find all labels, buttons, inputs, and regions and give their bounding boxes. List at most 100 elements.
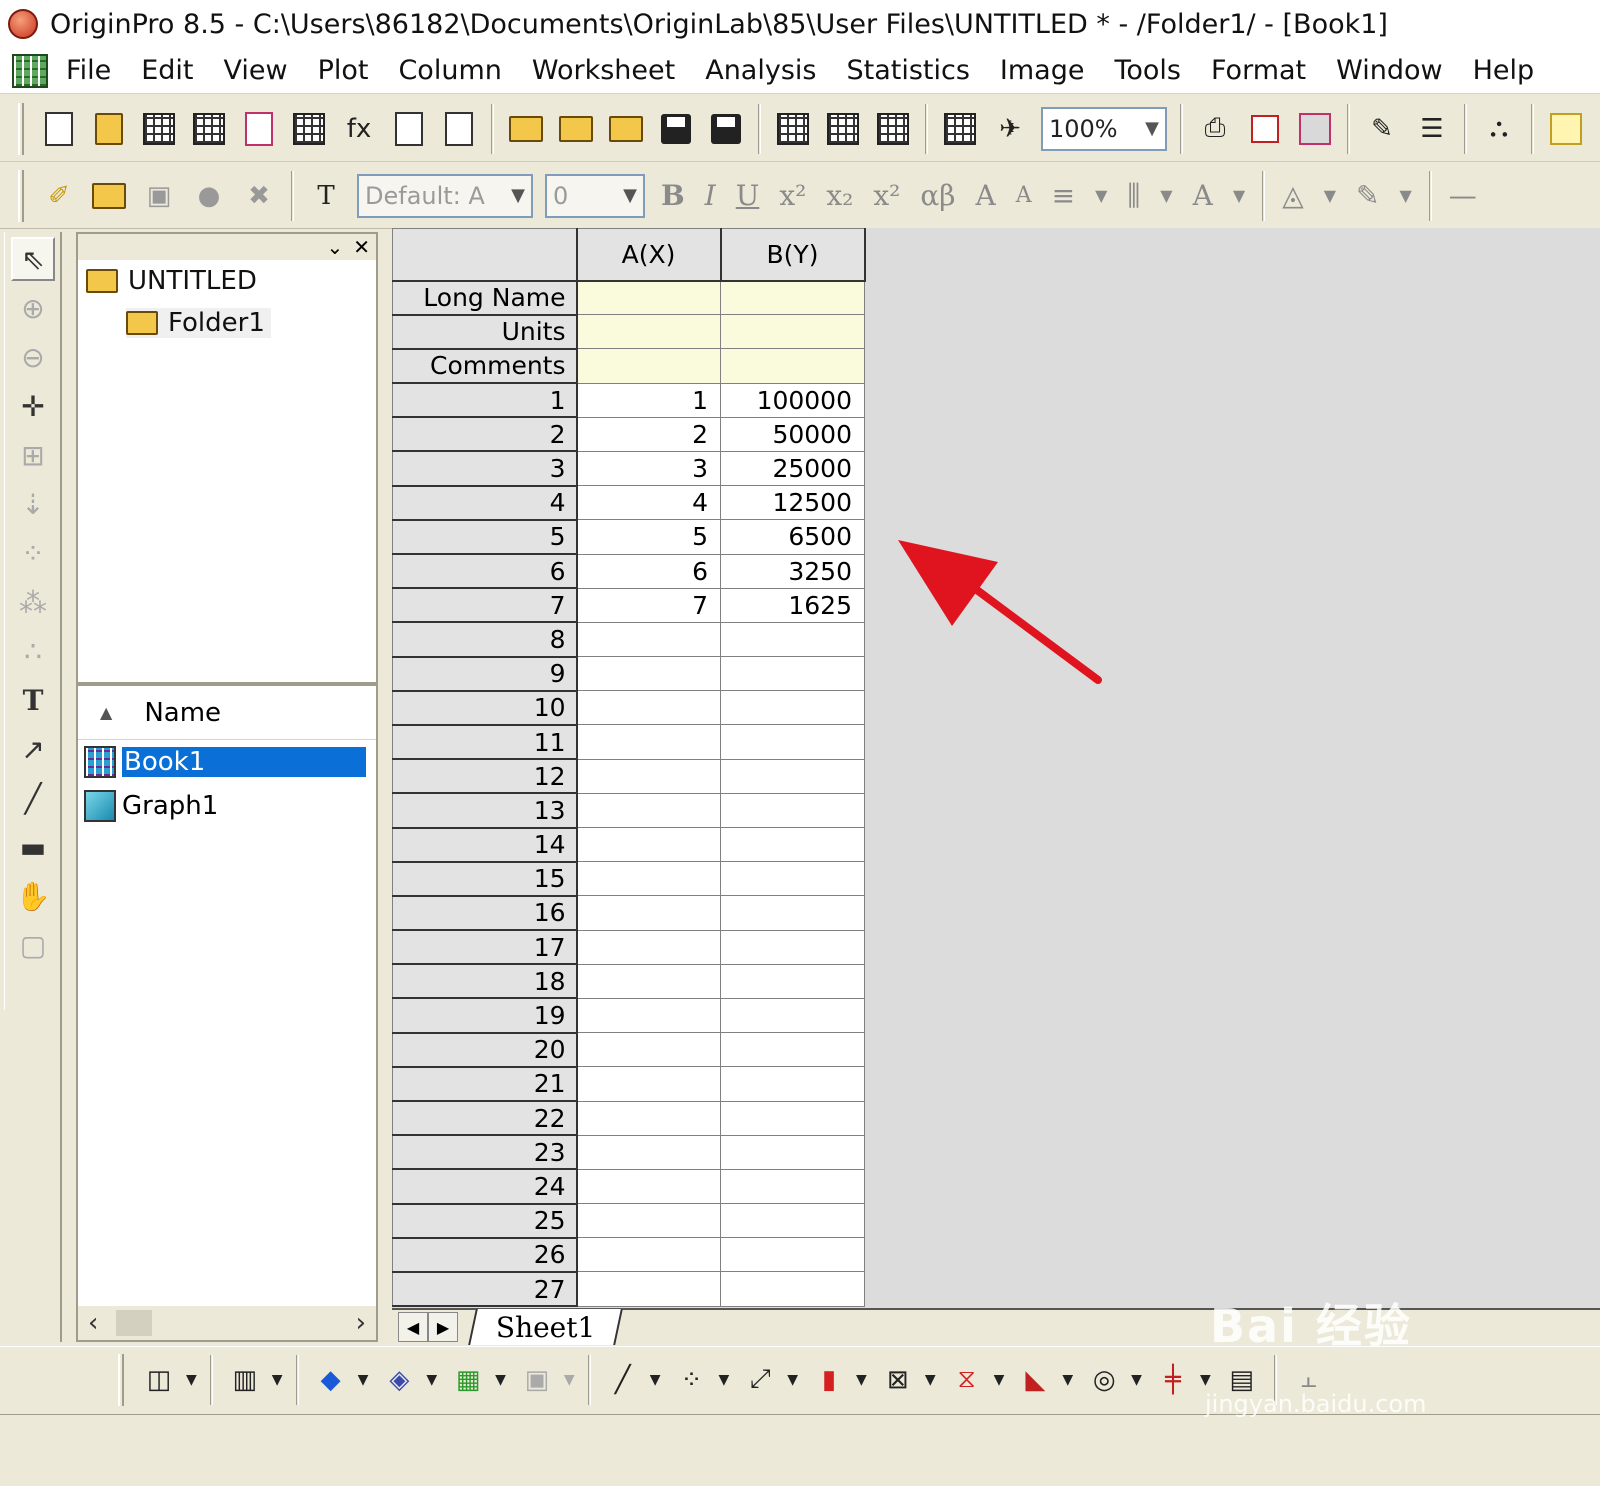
polar-plot-icon[interactable]: ◎: [1084, 1360, 1124, 1400]
new-excel-icon[interactable]: [189, 109, 229, 149]
row-header[interactable]: 18: [392, 963, 578, 1000]
row-header[interactable]: 13: [392, 792, 578, 829]
tab-next-icon[interactable]: ▶: [428, 1312, 458, 1342]
data-cell[interactable]: [576, 621, 721, 658]
3d-surface-icon[interactable]: ◆: [311, 1360, 351, 1400]
toolbar-grip[interactable]: [18, 102, 24, 155]
data-cell[interactable]: [720, 895, 865, 931]
mask-points-icon[interactable]: ∴: [11, 629, 55, 673]
line-color-icon[interactable]: ✎: [1356, 179, 1379, 212]
3d-bars-icon[interactable]: ▥: [225, 1360, 265, 1400]
row-header[interactable]: 17: [392, 929, 578, 966]
menu-file[interactable]: File: [66, 55, 111, 86]
row-header[interactable]: 8: [392, 621, 578, 658]
chevron-down-icon[interactable]: ▼: [856, 1372, 867, 1388]
chevron-down-icon[interactable]: ▼: [994, 1372, 1005, 1388]
name-column-header[interactable]: ▲ Name: [78, 686, 376, 740]
font-color-icon[interactable]: A: [1193, 179, 1213, 212]
data-cell[interactable]: [576, 997, 721, 1034]
meta-cell[interactable]: [720, 314, 865, 350]
save-template-icon[interactable]: [706, 109, 746, 149]
data-cell[interactable]: [576, 826, 721, 863]
scrollbar-thumb[interactable]: [116, 1310, 152, 1336]
meta-row-label[interactable]: Long Name: [392, 279, 578, 316]
slideshow-icon[interactable]: [1245, 109, 1285, 149]
meta-cell[interactable]: [576, 279, 721, 316]
meta-cell[interactable]: [576, 314, 721, 350]
copy-page-icon[interactable]: [1295, 109, 1335, 149]
data-reader-icon[interactable]: ⊞: [11, 433, 55, 477]
row-header[interactable]: 16: [392, 895, 578, 932]
duplicate-icon[interactable]: [940, 109, 980, 149]
menu-edit[interactable]: Edit: [141, 55, 193, 86]
pointer-icon[interactable]: ⇖: [11, 237, 55, 281]
new-project-icon[interactable]: [39, 109, 79, 149]
align-left-icon[interactable]: ≡: [1052, 179, 1075, 212]
data-cell[interactable]: [576, 1203, 721, 1239]
data-cell[interactable]: 2: [576, 416, 721, 452]
column-header-b[interactable]: B(Y): [720, 228, 866, 282]
data-cell[interactable]: [720, 656, 865, 692]
row-header[interactable]: 10: [392, 690, 578, 726]
scatter-plot-icon[interactable]: ⁘: [671, 1360, 711, 1400]
rectangle-tool-icon[interactable]: ▬: [11, 825, 55, 869]
zoom-in-icon[interactable]: ⊕: [11, 286, 55, 330]
arrow-tool-icon[interactable]: ↗: [11, 727, 55, 771]
draw-data-icon[interactable]: ⁘: [11, 531, 55, 575]
decrease-font-icon[interactable]: A: [1016, 183, 1032, 208]
fill-color-dropdown-icon[interactable]: ▼: [1324, 186, 1336, 205]
import-wizard-icon[interactable]: [773, 109, 813, 149]
hand-tool-icon[interactable]: ✋: [11, 874, 55, 918]
toolbar-grip[interactable]: [118, 1353, 124, 1406]
data-cell[interactable]: 3250: [720, 553, 865, 589]
chevron-down-icon[interactable]: ▼: [358, 1372, 369, 1388]
row-header[interactable]: 3: [392, 450, 578, 487]
subscript-icon[interactable]: x₂: [826, 179, 853, 212]
data-cell[interactable]: [720, 1134, 865, 1170]
new-function-icon[interactable]: fx: [339, 109, 379, 149]
row-header[interactable]: 9: [392, 656, 578, 692]
stock-plot-icon[interactable]: ╪: [1153, 1360, 1193, 1400]
chevron-down-icon[interactable]: ▼: [650, 1372, 661, 1388]
print-icon[interactable]: ⎙: [1195, 109, 1235, 149]
pointer-tool-icon[interactable]: ●: [189, 176, 229, 216]
contour-icon[interactable]: ▦: [448, 1360, 488, 1400]
tab-sheet1[interactable]: Sheet1: [468, 1309, 624, 1345]
data-cell[interactable]: [576, 690, 721, 726]
bold-icon[interactable]: B: [661, 179, 685, 212]
tree-item-root[interactable]: UNTITLED: [86, 266, 257, 296]
regional-data-selector-icon[interactable]: ⁂: [11, 580, 55, 624]
data-cell[interactable]: [720, 1271, 865, 1307]
chevron-down-icon[interactable]: ▼: [495, 1372, 506, 1388]
toolbar-grip[interactable]: [18, 169, 24, 222]
chevron-down-icon[interactable]: ▼: [564, 1372, 575, 1388]
origin-app-icon[interactable]: [8, 9, 38, 39]
row-header[interactable]: 14: [392, 826, 578, 863]
data-cell[interactable]: [720, 997, 865, 1034]
chevron-down-icon[interactable]: ▼: [1200, 1372, 1211, 1388]
import-single-ascii-icon[interactable]: [823, 109, 863, 149]
multi-panel-icon[interactable]: ⊠: [878, 1360, 918, 1400]
italic-icon[interactable]: I: [705, 179, 716, 212]
menu-format[interactable]: Format: [1211, 55, 1306, 86]
open-excel-icon[interactable]: [606, 109, 646, 149]
zoom-out-icon[interactable]: ⊖: [11, 335, 55, 379]
data-cell[interactable]: [720, 1032, 865, 1068]
data-cell[interactable]: [576, 861, 721, 897]
fill-color-icon[interactable]: ◬: [1282, 179, 1304, 212]
menu-image[interactable]: Image: [1000, 55, 1085, 86]
list-item-book1[interactable]: Book1: [78, 740, 376, 784]
data-cell[interactable]: [720, 929, 865, 965]
data-cell[interactable]: [576, 758, 721, 794]
column-align-icon[interactable]: ⫼: [1127, 179, 1140, 213]
menu-column[interactable]: Column: [398, 55, 501, 86]
save-project-icon[interactable]: [656, 109, 696, 149]
new-notes-icon[interactable]: [439, 109, 479, 149]
menu-help[interactable]: Help: [1473, 55, 1535, 86]
line-style-icon[interactable]: —: [1449, 179, 1477, 212]
data-cell[interactable]: [720, 724, 865, 760]
scroll-right-icon[interactable]: ›: [356, 1308, 366, 1338]
row-header[interactable]: 23: [392, 1134, 578, 1171]
meta-row-label[interactable]: Units: [392, 314, 578, 350]
chevron-down-icon[interactable]: ▼: [426, 1372, 437, 1388]
